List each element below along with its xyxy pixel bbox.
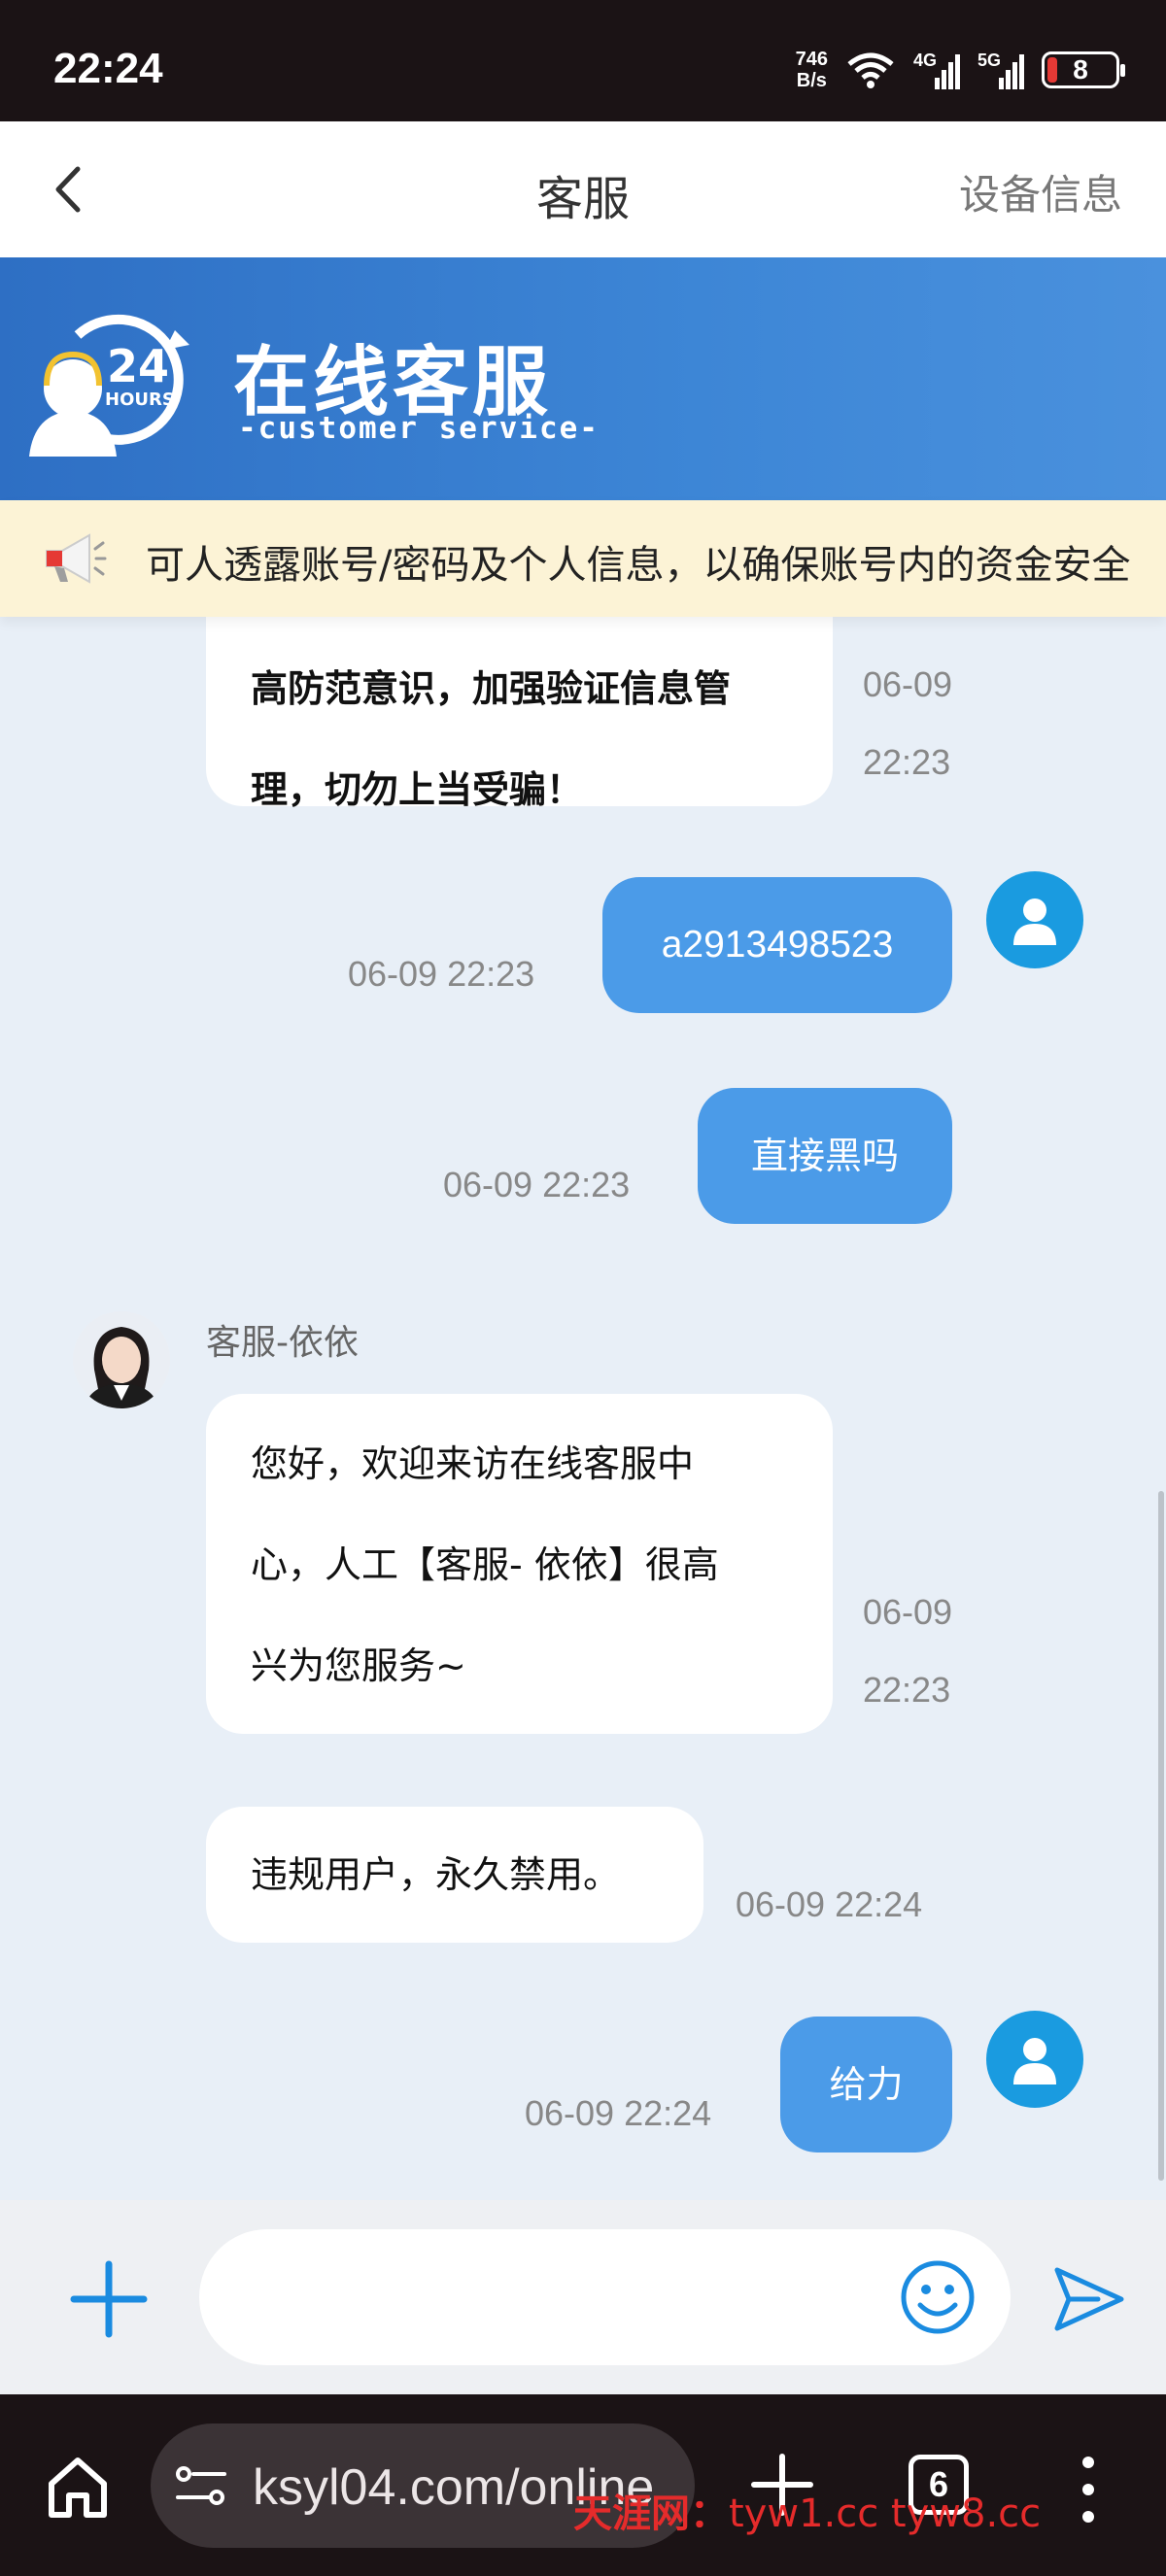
user-icon [1013, 898, 1056, 945]
device-info-link[interactable]: 设备信息 [959, 162, 1122, 221]
watermark: 天涯网：tyw1.cc tyw8.cc [573, 2482, 1041, 2538]
agent-message-bubble: 高防范意识，加强验证信息管 理，切勿上当受骗！ [206, 617, 833, 811]
battery-icon: 8 [1042, 51, 1125, 88]
message-line: 理，切勿上当受骗！ [251, 768, 584, 811]
24-hours-support-logo: 24 HOURS [29, 314, 189, 457]
message-line: 心，人工【客服- 依依】很高 [251, 1543, 719, 1586]
message-line: 您好，欢迎来访在线客服中 [251, 1442, 695, 1485]
status-bar: 22:24 746 B/s 4G 5G 8 [0, 0, 1166, 121]
message-input[interactable] [199, 2229, 1011, 2365]
signal-4g-label: 4G [913, 51, 938, 70]
notice-bar: 可人透露账号/密码及个人信息，以确保账号内的资金安全 [0, 500, 1166, 617]
message-text: 违规用户，永久禁用。 [251, 1853, 621, 1896]
service-banner: 24 HOURS 在线客服 -customer service- [0, 257, 1166, 500]
user-message-bubble: 给力 [780, 2017, 952, 2152]
network-speed-value: 746 [795, 49, 828, 70]
nav-bar: 客服 设备信息 [0, 121, 1166, 257]
user-avatar [986, 871, 1083, 968]
send-icon[interactable] [1049, 2260, 1127, 2338]
signal-5g-label: 5G [977, 51, 1002, 70]
status-icons: 746 B/s 4G 5G 8 [796, 49, 1125, 91]
home-icon[interactable] [44, 2453, 112, 2521]
agent-photo-icon [73, 1311, 170, 1408]
emoji-icon[interactable] [899, 2258, 977, 2336]
message-line: 高防范意识，加强验证信息管 [251, 667, 732, 710]
watermark-sites: tyw1.cc tyw8.cc [729, 2491, 1042, 2536]
site-settings-icon[interactable] [174, 2462, 228, 2511]
status-time: 22:24 [53, 45, 163, 92]
message-timestamp: 06-09 22:23 [863, 1592, 953, 1710]
plus-icon[interactable] [70, 2260, 148, 2338]
logo-number: 24 [107, 340, 169, 392]
banner-subtitle: -customer service- [238, 411, 600, 446]
user-message-bubble: a2913498523 [602, 877, 952, 1013]
message-text: a2913498523 [661, 924, 894, 966]
message-timestamp: 06-09 22:24 [736, 1884, 923, 1924]
message-timestamp: 06-09 22:24 [525, 2093, 712, 2133]
message-timestamp: 06-09 22:23 [348, 954, 535, 994]
chat-scrollbar[interactable] [1158, 1491, 1164, 2181]
network-speed: 746 B/s [796, 49, 828, 91]
signal-4g-icon: 4G [913, 51, 960, 89]
message-timestamp: 06-09 22:23 [443, 1165, 631, 1204]
battery-level: 8 [1073, 54, 1088, 85]
chat-area[interactable]: 高防范意识，加强验证信息管 理，切勿上当受骗！ 06-09 22:23 06-0… [0, 617, 1166, 2200]
user-avatar [986, 2011, 1083, 2108]
message-line: 兴为您服务~ [251, 1644, 466, 1687]
watermark-label: 天涯网： [573, 2491, 729, 2536]
message-input-bar [0, 2200, 1166, 2394]
signal-5g-icon: 5G [977, 51, 1024, 89]
network-speed-unit: B/s [796, 70, 827, 91]
logo-hours: HOURS [105, 390, 175, 410]
message-timestamp: 06-09 22:23 [863, 664, 953, 782]
more-menu-icon[interactable] [1069, 2451, 1108, 2528]
message-text: 直接黑吗 [750, 1135, 899, 1177]
agent-message-bubble: 您好，欢迎来访在线客服中 心，人工【客服- 依依】很高 兴为您服务~ [206, 1394, 833, 1734]
user-icon [1013, 2038, 1056, 2085]
agent-message-bubble: 违规用户，永久禁用。 [206, 1807, 703, 1943]
agent-avatar [73, 1311, 170, 1408]
notice-text: 可人透露账号/密码及个人信息，以确保账号内的资金安全 [146, 543, 1131, 588]
message-text: 给力 [829, 2063, 904, 2106]
agent-name: 客服-依依 [206, 1323, 359, 1363]
megaphone-icon [46, 533, 107, 584]
user-message-bubble: 直接黑吗 [698, 1088, 952, 1224]
wifi-icon [847, 52, 894, 88]
